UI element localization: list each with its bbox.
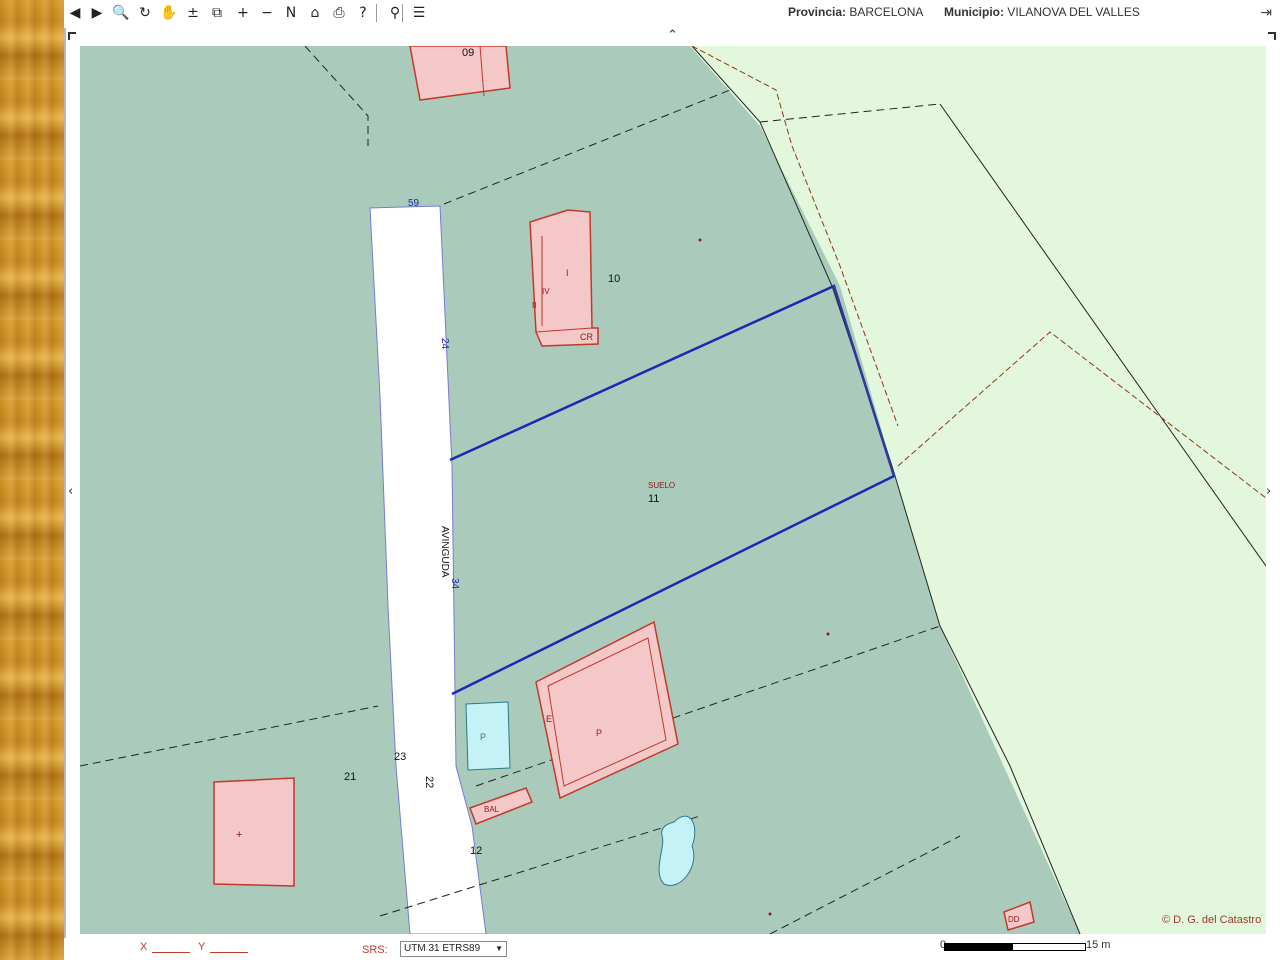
label-building-p: P	[596, 728, 602, 738]
label-street-name: AVINGUDA	[439, 526, 450, 578]
refresh-icon[interactable]: ↻	[136, 4, 154, 22]
home-icon[interactable]: ⌂	[306, 4, 324, 22]
srs-label: SRS:	[362, 944, 388, 956]
map-canvas[interactable]: 09 59 10 I IV II CR 24 SUELO 11 AVINGUDA…	[80, 46, 1266, 934]
rural-land-area	[690, 46, 1266, 934]
marker-dot-3	[768, 912, 772, 916]
label-small-tag: DD	[1008, 915, 1020, 924]
forward-icon[interactable]: ▶	[88, 4, 106, 22]
label-parcel-22: 22	[423, 776, 435, 788]
y-coordinate-label: Y	[198, 941, 206, 953]
provincia-value: BARCELONA	[849, 5, 924, 19]
toolbar-separator	[402, 4, 403, 22]
municipio: Municipio: VILANOVA DEL VALLES	[944, 5, 1140, 19]
building-parcel-12[interactable]	[535, 620, 679, 800]
label-building-top-no: 09	[462, 47, 474, 59]
pan-up-button[interactable]: ⌃	[667, 28, 678, 43]
parcel-boundary-se-3	[769, 835, 961, 934]
label-street-no-left: 24	[439, 338, 450, 350]
status-bar: X Y SRS: UTM 31 ETRS89 ▼ 0 15 m	[64, 938, 1280, 960]
shed-building[interactable]	[469, 787, 533, 825]
zoom-in-icon[interactable]: +	[234, 4, 252, 22]
label-shed: BAL	[484, 805, 500, 814]
chevron-down-icon: ▼	[495, 944, 503, 953]
marker-dot-2	[826, 632, 830, 636]
toolbar: ◀ ▶ 🔍 ↻ ✋ ± ⧉ + − N ⌂ ⎙? ⚲ ☰ Provincia: BARCELONA Mun…	[64, 0, 1280, 28]
label-parcel-11: 11	[648, 493, 659, 505]
marker-dot-1	[698, 238, 702, 242]
back-icon[interactable]: ◀	[66, 4, 84, 22]
street-area	[369, 205, 487, 934]
label-parcel-23: 23	[394, 751, 406, 763]
srs-value: UTM 31 ETRS89	[404, 943, 481, 954]
pan-left-button[interactable]: ‹	[68, 484, 73, 499]
scale-bar	[944, 943, 1086, 951]
north-icon[interactable]: N	[282, 4, 300, 22]
scale-end-label: 15 m	[1086, 939, 1111, 951]
frame-corner-tr	[1268, 32, 1276, 40]
zoom-out-icon[interactable]: −	[258, 4, 276, 22]
label-building-cr: CR	[580, 332, 593, 342]
building-parcel-10[interactable]	[529, 209, 599, 347]
label-parcel-11-tag: SUELO	[648, 481, 675, 490]
side-banner	[0, 0, 66, 960]
pan-hand-icon[interactable]: ✋	[160, 4, 178, 22]
label-street-no-top: 59	[408, 198, 420, 209]
parcel-boundary-top	[443, 89, 731, 205]
scale-bar-fill	[945, 944, 1013, 950]
label-building-i: I	[566, 268, 569, 278]
x-coordinate-label: X	[140, 941, 148, 953]
pan-right-button[interactable]: ›	[1266, 484, 1271, 499]
building-parcel-21[interactable]	[213, 777, 295, 887]
toolbar-separator	[376, 4, 377, 22]
layer-list-icon[interactable]: ☰	[410, 4, 428, 22]
help-icon[interactable]: ?	[354, 4, 372, 22]
copyright: © D. G. del Catastro	[1162, 914, 1262, 926]
label-building-iv: IV	[542, 287, 550, 296]
print-icon[interactable]: ⎙	[330, 4, 348, 22]
provincia: Provincia: BARCELONA	[788, 5, 923, 19]
label-building-ii: II	[532, 301, 536, 310]
municipio-value: VILANOVA DEL VALLES	[1007, 5, 1140, 19]
label-street-no-mid: 34	[449, 578, 460, 590]
label-parcel-12: 12	[470, 845, 482, 857]
exit-icon[interactable]: ⇥	[1260, 5, 1272, 21]
parcel-boundary-nw	[304, 46, 369, 146]
municipio-label: Municipio:	[944, 5, 1004, 19]
parcel-boundary-sw	[80, 705, 379, 767]
pool-round[interactable]	[658, 815, 696, 886]
measure-icon[interactable]: ±	[184, 4, 202, 22]
label-building-plus: +	[236, 829, 242, 841]
label-parcel-10: 10	[608, 273, 620, 285]
zoom-icon[interactable]: 🔍	[112, 4, 130, 22]
x-coordinate-field[interactable]	[152, 952, 190, 953]
label-pool-p: P	[480, 732, 486, 742]
label-parcel-21: 21	[344, 771, 356, 783]
building-top[interactable]	[409, 46, 511, 101]
srs-select[interactable]: UTM 31 ETRS89 ▼	[400, 941, 507, 957]
frame-corner-tl	[68, 32, 76, 40]
label-building-e: E	[546, 714, 552, 724]
pool-square[interactable]	[465, 701, 511, 771]
y-coordinate-field[interactable]	[210, 952, 248, 953]
layers-icon[interactable]: ⧉	[208, 4, 226, 22]
provincia-label: Provincia:	[788, 5, 847, 19]
cadastral-map[interactable]: 09 59 10 I IV II CR 24 SUELO 11 AVINGUDA…	[80, 46, 1266, 934]
